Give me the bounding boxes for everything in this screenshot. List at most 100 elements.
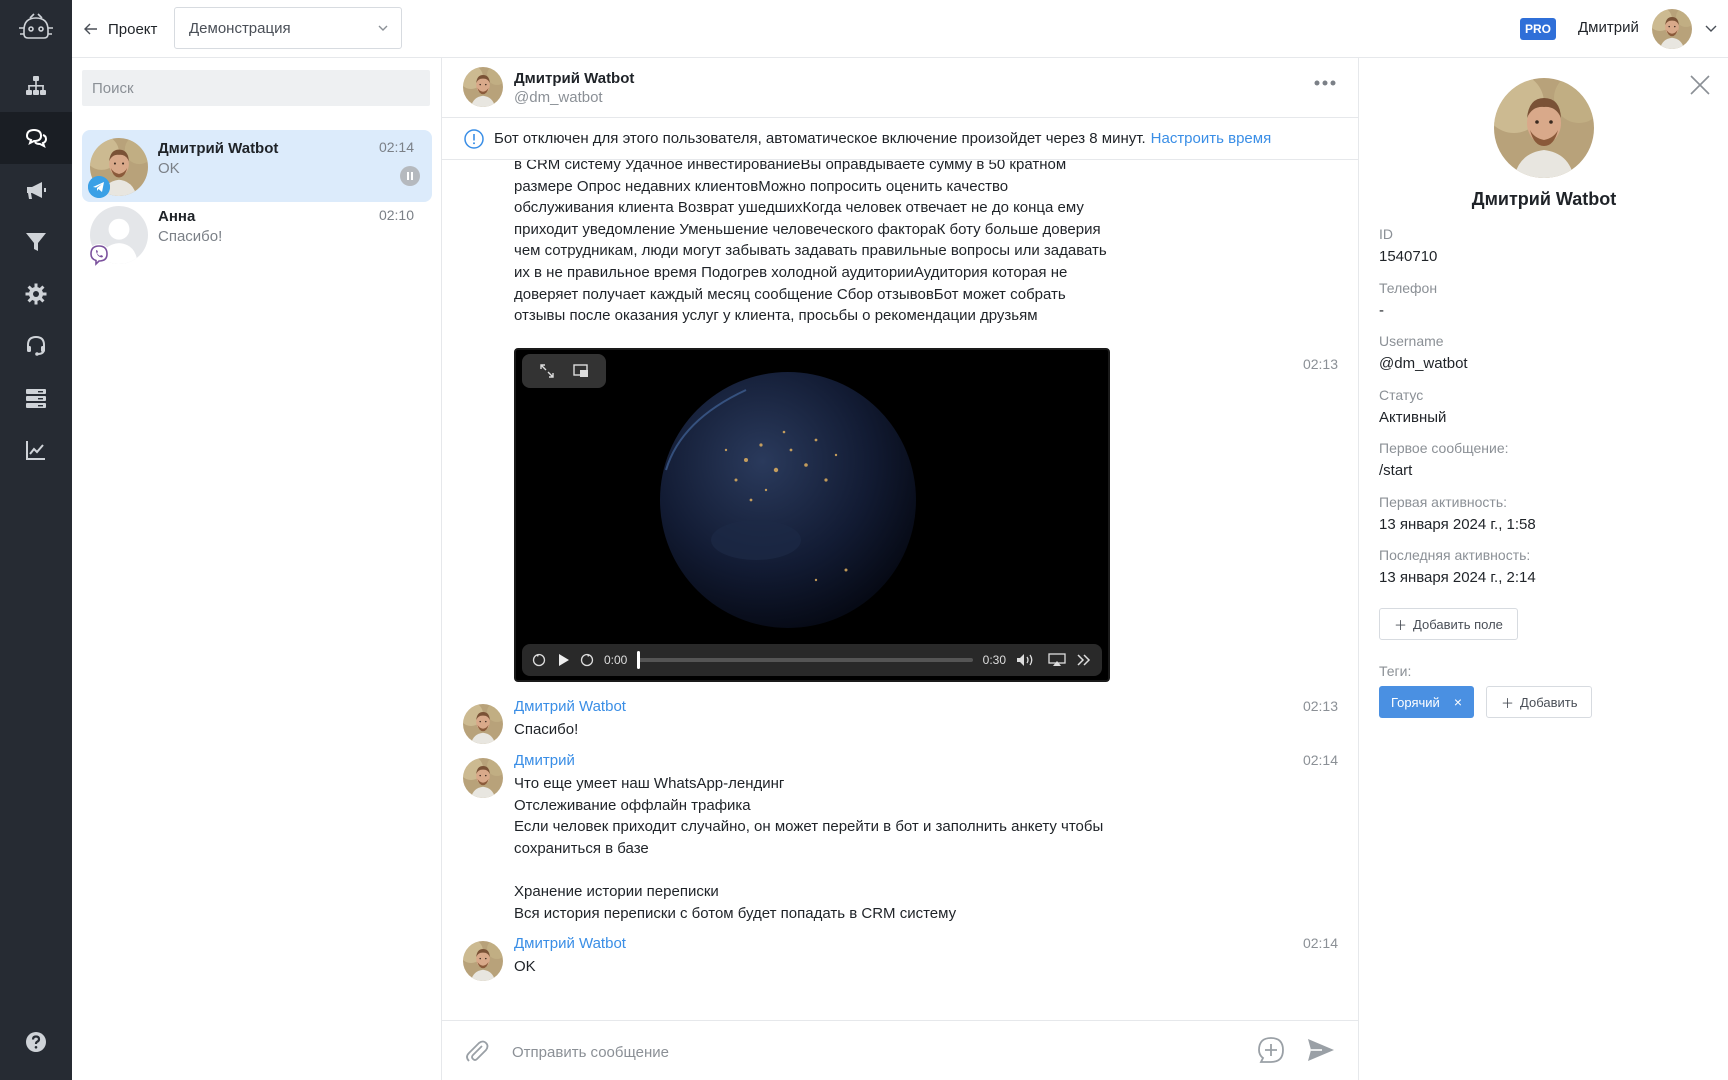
nav-broadcasts[interactable] [0,164,72,216]
rewind-15-icon[interactable] [532,653,546,667]
profile-field-last-activity: Последняя активность: 13 января 2024 г.,… [1379,547,1536,586]
chat-list-panel: Дмитрий Watbot OK 02:14 Анна Спасибо! 02… [72,58,442,1080]
bot-disabled-notice: Бот отключен для этого пользователя, авт… [442,118,1358,160]
back-label: Проект [108,20,158,38]
chat-list-item[interactable]: Дмитрий Watbot OK 02:14 [82,130,432,202]
chat-list-item[interactable]: Анна Спасибо! 02:10 [82,198,432,270]
message-time: 02:14 [1302,752,1338,768]
forward-15-icon[interactable] [580,653,594,667]
video-progress-bar[interactable] [637,651,973,669]
filter-icon [26,233,46,251]
tag-chip: Горячий × [1379,686,1475,718]
close-icon[interactable] [1689,74,1711,96]
field-value: /start [1379,462,1413,479]
message-time: 02:14 [1302,935,1338,951]
chevron-down-icon [378,25,388,31]
chat-name: Дмитрий Watbot [158,140,279,157]
message-line: в CRM систему Удачное инвестированиеВы о… [514,160,1067,173]
logo-icon[interactable] [16,10,56,46]
top-bar: Проект Демонстрация PRO Дмитрий [72,0,1728,58]
help-button[interactable] [0,1018,72,1066]
headset-icon [27,335,45,356]
field-label: Телефон [1379,280,1438,296]
field-label: Первая активность: [1379,494,1508,510]
message-sender[interactable]: Дмитрий Watbot [514,698,626,715]
volume-icon[interactable] [1016,653,1038,667]
message-text: в CRM систему Удачное инвестированиеВы о… [514,160,1114,327]
chat-name: Анна [158,208,196,225]
user-menu-chevron-icon[interactable] [1704,23,1718,35]
avatar [463,704,503,744]
add-field-button[interactable]: ＋ Добавить поле [1379,608,1518,640]
server-icon [26,389,46,408]
nav-support[interactable] [0,320,72,372]
message-line: приходит уведомление Уменьшение человече… [514,220,1101,238]
message-text: Спасибо! [514,719,1114,741]
plus-icon: ＋ [1501,695,1515,711]
nav-funnels[interactable] [0,216,72,268]
field-value: @dm_watbot [1379,355,1468,372]
conversation-panel: Дмитрий Watbot @dm_watbot Бот отключен д… [442,58,1358,1080]
fullscreen-icon[interactable] [539,363,555,379]
message-line [514,859,1114,881]
message-sender[interactable]: Дмитрий Watbot [514,935,626,952]
conversation-name: Дмитрий Watbot [514,70,635,87]
arrow-left-icon [84,23,97,35]
message-line: OK [514,958,536,975]
video-total-time: 0:30 [982,653,1006,667]
play-icon[interactable] [556,653,570,667]
chat-preview: Спасибо! [158,228,223,245]
message-line: Что еще умеет наш WhatsApp-лендинг [514,775,785,792]
video-controls: 0:00 0:30 [522,644,1102,676]
more-controls-icon[interactable] [1076,653,1092,667]
picture-in-picture-icon[interactable] [573,364,589,378]
profile-name: Дмитрий Watbot [1471,189,1617,209]
user-avatar[interactable] [1652,9,1692,49]
message-line: обслуживания клиента Возврат ушедшихКогд… [514,199,1084,217]
left-rail [0,0,72,1080]
field-value: 13 января 2024 г., 1:58 [1379,516,1536,533]
conversation-header: Дмитрий Watbot @dm_watbot [442,58,1358,118]
plus-icon: ＋ [1394,617,1408,633]
airplay-icon[interactable] [1048,653,1066,667]
message-line: Спасибо! [514,721,579,738]
field-label: Username [1379,333,1444,349]
field-value: - [1379,302,1384,319]
add-tag-label: Добавить [1520,694,1578,710]
message-line: размере Опрос недавних клиентовМожно поп… [514,177,1009,195]
search-input[interactable] [82,70,430,106]
field-value: Активный [1379,409,1447,426]
message-sender[interactable]: Дмитрий [514,752,575,769]
contact-profile-panel: Дмитрий Watbot ID 1540710 Телефон - User… [1358,58,1728,1080]
avatar [463,758,503,798]
video-progress-knob[interactable] [637,651,641,669]
back-to-project-button[interactable]: Проект [84,17,157,41]
send-icon[interactable] [1306,1037,1336,1063]
more-options-icon[interactable] [1314,80,1336,86]
profile-field-id: ID 1540710 [1379,226,1437,265]
nav-settings[interactable] [0,268,72,320]
viber-icon [88,244,110,266]
add-content-icon[interactable] [1256,1035,1286,1065]
add-field-label: Добавить поле [1413,616,1503,632]
chat-bubbles-icon [25,128,48,148]
remove-tag-icon[interactable]: × [1454,694,1462,710]
project-select-value: Демонстрация [189,19,291,37]
bot-paused-icon [400,166,420,186]
message-line: Отслеживание оффлайн трафика [514,796,751,814]
message-input[interactable] [512,1039,1152,1065]
video-player[interactable]: 0:00 0:30 [514,348,1110,682]
configure-time-link[interactable]: Настроить время [1151,130,1272,147]
nav-analytics[interactable] [0,424,72,476]
nav-flows[interactable] [0,60,72,112]
field-label: Первое сообщение: [1379,440,1509,456]
add-tag-button[interactable]: ＋ Добавить [1486,686,1593,718]
nav-chats[interactable] [0,112,72,164]
attachment-icon[interactable] [462,1037,490,1065]
message-line: чем сотрудникам, люди могут забывать зад… [514,242,1107,260]
profile-field-phone: Телефон - [1379,280,1437,319]
project-select[interactable]: Демонстрация [174,7,402,49]
message-line: сохраниться в базе [514,839,649,857]
nav-database[interactable] [0,372,72,424]
user-name[interactable]: Дмитрий [1578,19,1639,36]
